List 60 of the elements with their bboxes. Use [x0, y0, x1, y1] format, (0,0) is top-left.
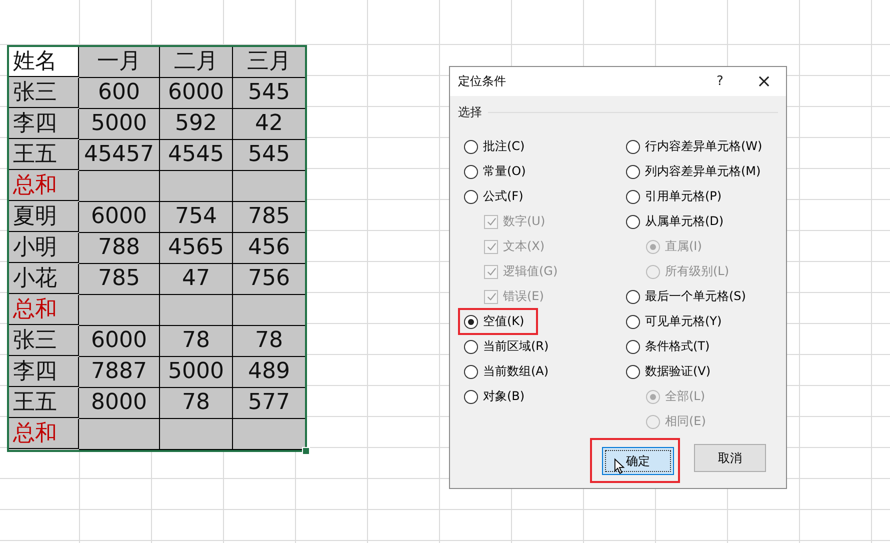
- table-cell: 5000: [160, 357, 233, 388]
- table-cell: 600: [79, 78, 160, 109]
- table-cell: 785: [79, 264, 160, 295]
- radio-option[interactable]: 批注(C): [458, 133, 531, 160]
- table-cell: 小花: [9, 264, 79, 294]
- check-icon: [486, 216, 496, 227]
- radio-option[interactable]: 当前区域(R): [458, 333, 555, 360]
- radio-option[interactable]: 从属单元格(D): [620, 208, 730, 235]
- dialog-button[interactable]: 取消: [694, 444, 766, 472]
- table-cell: 夏明: [9, 202, 79, 232]
- table-cell: 王五: [9, 140, 79, 170]
- fill-handle[interactable]: [302, 447, 310, 455]
- radio-option[interactable]: 公式(F): [458, 183, 530, 210]
- table-cell: 李四: [9, 109, 79, 139]
- table-cell: 6000: [79, 202, 160, 233]
- radio-option[interactable]: 空值(K): [458, 308, 538, 335]
- table-cell: 45457: [79, 140, 160, 171]
- table-cell: 4545: [160, 140, 233, 171]
- table-cell: 47: [160, 264, 233, 295]
- table-cell: 8000: [79, 388, 160, 419]
- table-cell: 李四: [9, 357, 79, 387]
- radio-option[interactable]: 当前数组(A): [458, 358, 555, 385]
- table-cell: 4565: [160, 233, 233, 264]
- table-cell: 小明: [9, 233, 79, 263]
- radio-option[interactable]: 可见单元格(Y): [620, 308, 728, 335]
- table-cell: 592: [160, 109, 233, 140]
- table-cell: 754: [160, 202, 233, 233]
- header-cell: 一月: [79, 47, 160, 78]
- header-cell: 姓名: [9, 47, 79, 77]
- table-cell: 788: [79, 233, 160, 264]
- dialog-button[interactable]: 确定: [602, 447, 674, 475]
- check-icon: [486, 241, 496, 252]
- table-cell: 总和: [9, 295, 79, 325]
- close-button[interactable]: ×: [742, 67, 786, 96]
- radio-option[interactable]: 常量(O): [458, 158, 532, 185]
- dialog-title: 定位条件: [458, 73, 507, 90]
- radio-option[interactable]: 引用单元格(P): [620, 183, 728, 210]
- table-cell: 78: [160, 326, 233, 357]
- table-cell: 7887: [79, 357, 160, 388]
- table-cell: 总和: [9, 419, 79, 449]
- table-cell: 总和: [9, 171, 79, 201]
- radio-option[interactable]: 列内容差异单元格(M): [620, 158, 767, 185]
- table-cell: 6000: [79, 326, 160, 357]
- check-icon: [486, 266, 496, 277]
- table-cell: 王五: [9, 388, 79, 418]
- table-cell: 张三: [9, 78, 79, 108]
- table-cell: 5000: [79, 109, 160, 140]
- header-cell: 二月: [160, 47, 233, 78]
- radio-option[interactable]: 条件格式(T): [620, 333, 716, 360]
- radio-option[interactable]: 最后一个单元格(S): [620, 283, 752, 310]
- group-label: 选择: [458, 104, 482, 121]
- radio-option[interactable]: 对象(B): [458, 383, 531, 410]
- help-button[interactable]: ?: [698, 67, 742, 96]
- radio-option[interactable]: 行内容差异单元格(W): [620, 133, 768, 160]
- table-cell: 6000: [160, 78, 233, 109]
- table-cell: 张三: [9, 326, 79, 356]
- table-cell: 78: [160, 388, 233, 419]
- radio-option[interactable]: 数据验证(V): [620, 358, 717, 385]
- check-icon: [486, 291, 496, 302]
- cursor-icon: [614, 458, 625, 475]
